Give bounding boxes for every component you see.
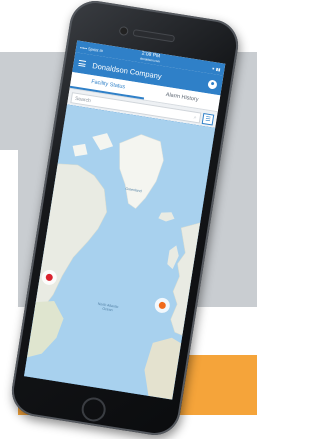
- arctic-island: [92, 133, 114, 151]
- list-view-button[interactable]: ☰: [201, 112, 215, 126]
- list-icon: ☰: [204, 116, 212, 124]
- account-icon[interactable]: [207, 78, 218, 90]
- hamburger-icon[interactable]: [78, 59, 87, 67]
- arctic-island-2: [72, 143, 88, 157]
- search-placeholder: Search: [74, 95, 92, 104]
- iceland-landmass: [158, 212, 175, 222]
- greenland-landmass: [119, 134, 164, 209]
- marker-dot-orange: [158, 301, 167, 310]
- background-left-strip: [0, 150, 18, 350]
- search-icon: ⌕: [193, 114, 198, 121]
- marker-dot-red: [45, 273, 54, 282]
